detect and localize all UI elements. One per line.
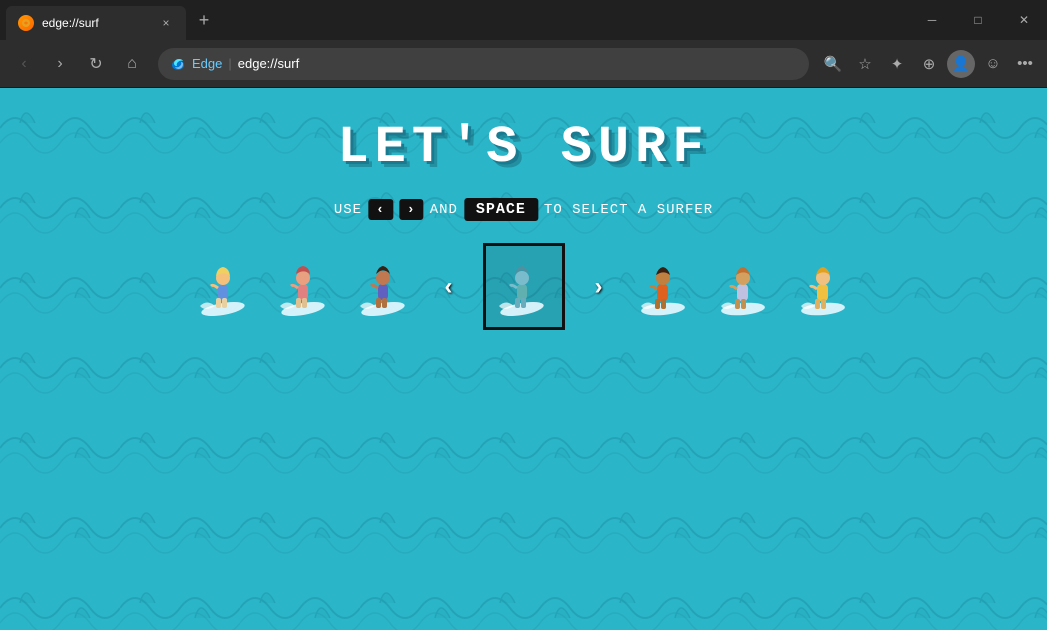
profile-avatar: 👤 <box>952 55 969 72</box>
reload-button[interactable]: ↻ <box>80 48 112 80</box>
emoji-button[interactable]: ☺ <box>979 50 1007 78</box>
left-key-badge: ‹ <box>368 199 393 220</box>
new-tab-button[interactable]: + <box>190 6 218 34</box>
surfer-1-svg <box>195 254 255 319</box>
surfer-6[interactable] <box>713 254 773 319</box>
surfer-5[interactable] <box>633 254 693 319</box>
game-title: LET'S SURF <box>337 118 709 177</box>
right-arrow-icon: › <box>595 273 603 301</box>
search-icon-button[interactable]: 🔍 <box>819 50 847 78</box>
maximize-button[interactable]: □ <box>955 0 1001 40</box>
surfer-3[interactable] <box>355 254 415 319</box>
close-button[interactable]: ✕ <box>1001 0 1047 40</box>
back-button[interactable]: ‹ <box>8 48 40 80</box>
surfer-3-svg <box>355 254 415 319</box>
forward-icon: › <box>57 55 62 73</box>
left-arrow-icon: ‹ <box>445 273 453 301</box>
surfer-2[interactable] <box>275 254 335 319</box>
edge-logo-icon <box>170 56 186 72</box>
back-icon: ‹ <box>21 55 26 73</box>
address-bar: ‹ › ↻ ⌂ Edge | edge://surf 🔍 ☆ ✦ ⊕ 👤 ☺ •… <box>0 40 1047 88</box>
address-url-text: edge://surf <box>238 56 299 71</box>
right-key-badge: › <box>399 199 424 220</box>
collections-button[interactable]: ✦ <box>883 50 911 78</box>
edge-brand-text: Edge <box>192 56 222 71</box>
surfers-row: ‹ › <box>195 243 853 330</box>
surfer-6-svg <box>713 254 773 319</box>
game-instructions: USE ‹ › AND SPACE TO SELECT A SURFER <box>334 198 713 221</box>
active-tab[interactable]: edge://surf × <box>6 6 186 40</box>
more-button[interactable]: ••• <box>1011 50 1039 78</box>
forward-button[interactable]: › <box>44 48 76 80</box>
game-area: LET'S SURF USE ‹ › AND SPACE TO SELECT A… <box>0 88 1047 630</box>
surfer-2-svg <box>275 254 335 319</box>
surfer-1[interactable] <box>195 254 255 319</box>
reload-icon: ↻ <box>89 54 102 74</box>
surfer-7[interactable] <box>793 254 853 319</box>
surfer-4-selected[interactable] <box>483 243 565 330</box>
window-controls: ─ □ ✕ <box>909 0 1047 40</box>
add-button[interactable]: ⊕ <box>915 50 943 78</box>
tab-favicon <box>18 15 34 31</box>
tab-title: edge://surf <box>42 16 150 30</box>
tab-close-button[interactable]: × <box>158 15 174 31</box>
favorite-button[interactable]: ☆ <box>851 50 879 78</box>
end-label: TO SELECT A SURFER <box>544 202 713 218</box>
title-bar: edge://surf × + ─ □ ✕ <box>0 0 1047 40</box>
home-icon: ⌂ <box>127 55 137 73</box>
home-button[interactable]: ⌂ <box>116 48 148 80</box>
space-key-badge: SPACE <box>464 198 538 221</box>
surfer-4-svg <box>494 254 554 319</box>
profile-button[interactable]: 👤 <box>947 50 975 78</box>
surfer-next-button[interactable]: › <box>585 273 613 301</box>
address-separator: | <box>228 56 231 71</box>
title-bar-left: edge://surf × + <box>0 0 218 40</box>
minimize-button[interactable]: ─ <box>909 0 955 40</box>
surfer-5-svg <box>633 254 693 319</box>
and-label: AND <box>430 202 458 218</box>
address-input[interactable]: Edge | edge://surf <box>158 48 809 80</box>
surfer-7-svg <box>793 254 853 319</box>
surfer-prev-button[interactable]: ‹ <box>435 273 463 301</box>
use-label: USE <box>334 202 362 218</box>
